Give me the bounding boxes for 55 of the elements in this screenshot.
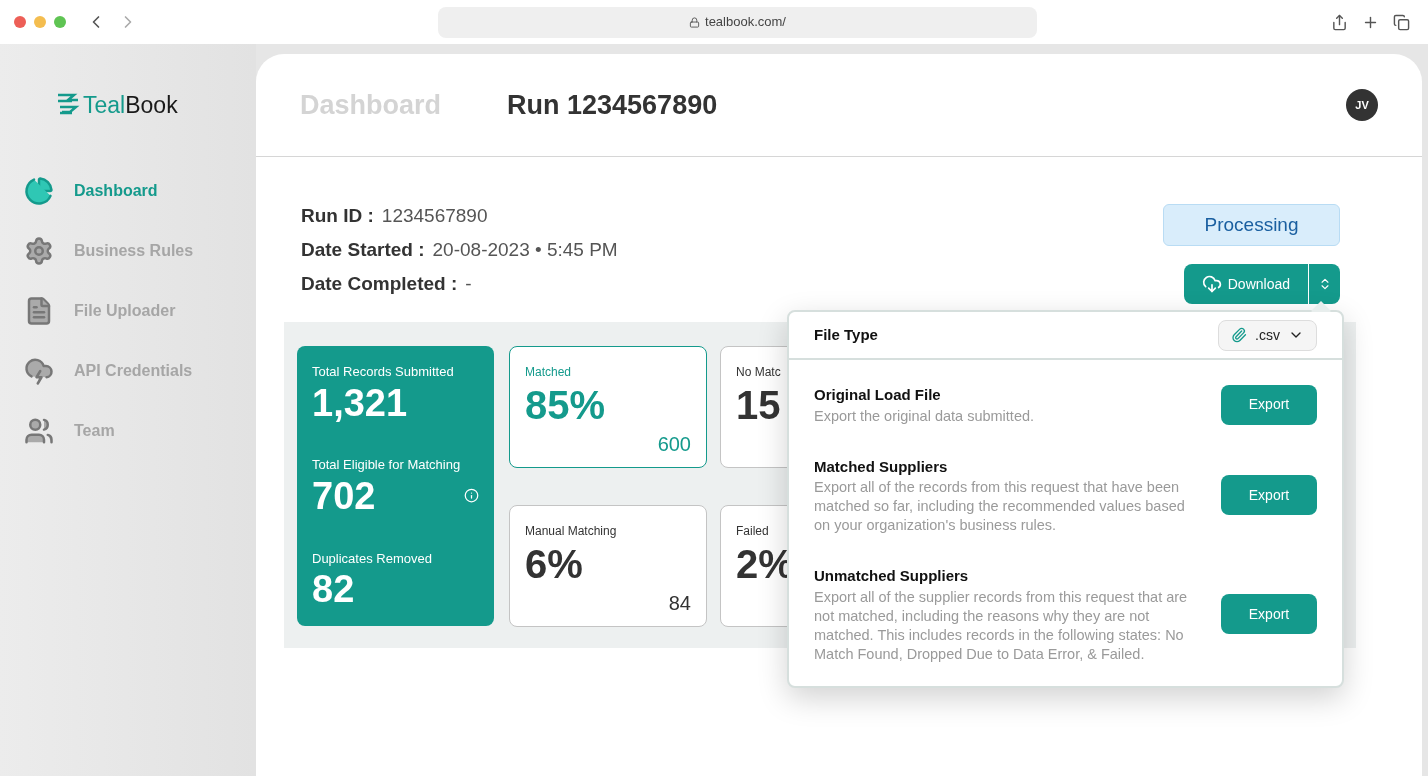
- maximize-window-icon[interactable]: [54, 16, 66, 28]
- info-label: Date Completed :: [301, 271, 458, 296]
- export-button[interactable]: Export: [1221, 384, 1317, 425]
- paperclip-icon: [1231, 327, 1248, 343]
- info-value: 1234567890: [381, 203, 488, 228]
- info-value: 20-08-2023 • 5:45 PM: [432, 237, 618, 262]
- sidebar-item-icon: [24, 235, 54, 266]
- sidebar-item-icon: [24, 355, 54, 386]
- export-option-description: Export all of the records from this request that have been matched so far, including the recommended values based on your organization's business rules.: [814, 478, 1186, 535]
- sidebar-item[interactable]: File Uploader: [24, 294, 176, 327]
- share-icon[interactable]: [1331, 13, 1348, 31]
- export-option-description: Export all of the supplier records from this request that are not matched, including the reasons why they are not matched. This includes records in the following states: No Match Found, Dropped Due to Data Error, & Failed.: [814, 587, 1189, 664]
- avatar[interactable]: JV: [1346, 89, 1378, 121]
- export-option-title: Original Load File: [814, 385, 942, 405]
- export-option-description: Export the original data submitted.: [814, 406, 1036, 426]
- cloud-download-icon: [1201, 274, 1222, 294]
- file-type-label: File Type: [814, 324, 878, 345]
- info-value: -: [465, 271, 472, 296]
- summary-label: Duplicates Removed: [312, 549, 433, 568]
- lock-icon: [689, 16, 701, 28]
- summary-value: 1,321: [312, 381, 408, 424]
- sidebar-item[interactable]: Dashboard: [24, 174, 158, 207]
- tabs-icon[interactable]: [1393, 13, 1410, 31]
- sidebar-item[interactable]: API Credentials: [24, 354, 193, 387]
- file-type-select[interactable]: .csv: [1218, 319, 1317, 351]
- card-label: No Matc: [736, 364, 781, 381]
- info-label: Date Started :: [301, 237, 425, 262]
- sidebar-item[interactable]: Business Rules: [24, 234, 194, 267]
- dropdown-toggle[interactable]: [1309, 264, 1340, 304]
- sidebar-item-icon: [24, 175, 54, 206]
- card-percentage: 6%: [525, 541, 583, 588]
- card-percentage: 85%: [525, 382, 606, 429]
- sidebar-item[interactable]: Team: [24, 414, 115, 447]
- card-percentage: 15: [736, 382, 781, 429]
- card-label: Failed: [736, 523, 769, 540]
- download-button[interactable]: Download: [1183, 264, 1308, 304]
- card-label: Matched: [525, 364, 572, 381]
- close-window-icon[interactable]: [14, 16, 26, 28]
- summary-value: 702: [312, 474, 376, 517]
- page-title: Run 1234567890: [507, 88, 718, 122]
- card-count: 84: [668, 591, 691, 616]
- status-badge: Processing: [1163, 204, 1340, 246]
- summary-label: Total Records Submitted: [312, 363, 455, 381]
- address-bar[interactable]: tealbook.com/: [438, 6, 1037, 38]
- card-label: Manual Matching: [525, 523, 617, 540]
- info-label: Run ID :: [301, 203, 374, 228]
- info-icon[interactable]: [464, 488, 479, 504]
- export-button[interactable]: Export: [1221, 475, 1317, 516]
- export-option-title: Unmatched Suppliers: [814, 566, 970, 586]
- export-option-title: Matched Suppliers: [814, 456, 949, 477]
- logo-wordmark: TealBook: [56, 88, 178, 123]
- card-count: 600: [657, 432, 691, 457]
- summary-label: Total Eligible for Matching: [312, 456, 462, 475]
- export-button[interactable]: Export: [1221, 594, 1317, 635]
- summary-value: 82: [312, 568, 355, 610]
